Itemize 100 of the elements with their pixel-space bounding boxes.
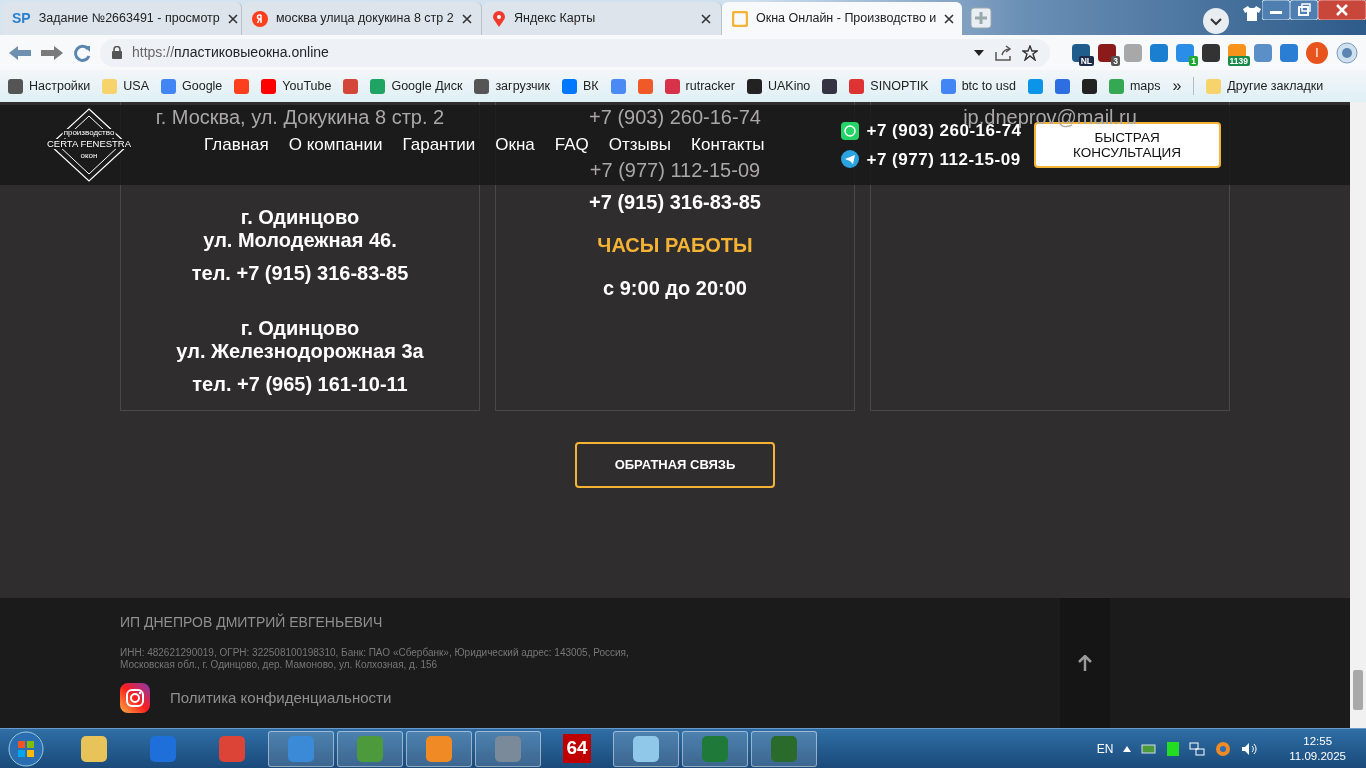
clock-time: 12:55 [1302, 733, 1334, 749]
forward-icon[interactable] [40, 43, 64, 62]
close-icon[interactable] [701, 13, 711, 24]
bookmark[interactable]: SINOPTIK [849, 76, 929, 96]
bookmark[interactable]: rutracker [664, 76, 735, 96]
app-tray-icon [1215, 740, 1232, 757]
contact-text: тел. +7 (915) 316-83-85 [191, 262, 409, 285]
contact-text: г. Одинцово [240, 206, 360, 229]
taskbar-app[interactable] [475, 730, 541, 767]
bookmark[interactable]: UAKino [746, 76, 811, 96]
map-pin-icon [492, 10, 506, 27]
window-icon [732, 10, 748, 27]
tab-title: москва улица докукина 8 стр 2 [276, 11, 454, 26]
shirt-icon [1242, 4, 1262, 22]
browser-tab[interactable]: Яндекс Карты [482, 2, 722, 35]
start-icon[interactable] [6, 729, 46, 768]
caret-icon[interactable] [974, 49, 984, 56]
legal-details: ИНН: 482621290019, ОГРН: 322508100198310, Банк: ПАО «Сбербанк», Юридический адрес: 143005, Россия, Московская обл., г. Одинцово, дер. Мамоново, ул. Колхозная, д. 156 [120, 647, 630, 671]
close-icon[interactable] [461, 13, 472, 24]
yandex-icon [252, 10, 268, 27]
star-icon[interactable] [1022, 44, 1038, 61]
caret-up-icon[interactable] [1123, 745, 1132, 752]
taskbar-app[interactable] [268, 730, 334, 767]
profile-avatar[interactable]: I [1306, 41, 1328, 64]
nav-link[interactable]: Окна [495, 132, 535, 158]
bookmark[interactable]: btc to usd [940, 76, 1016, 96]
chevron-down-icon[interactable] [1202, 7, 1230, 35]
bookmark-icon[interactable] [822, 78, 838, 94]
hours-heading: ЧАСЫ РАБОТЫ [597, 234, 753, 257]
feedback-button[interactable]: ОБРАТНАЯ СВЯЗЬ [575, 442, 775, 488]
new-tab-icon[interactable] [970, 7, 992, 29]
extension-icon[interactable] [1202, 43, 1220, 62]
tab-title: Задание №2663491 - просмотр [38, 11, 220, 26]
nav-link[interactable]: FAQ [554, 132, 589, 158]
contact-text: тел. +7 (965) 161-10-11 [192, 373, 408, 396]
network-icon [1189, 741, 1206, 756]
lock-icon [112, 46, 122, 59]
folder-icon [1206, 78, 1222, 94]
restore-icon[interactable] [1290, 0, 1318, 20]
more-bookmarks-button[interactable]: » [1172, 74, 1182, 98]
taskbar-app[interactable] [406, 730, 472, 767]
nav-link[interactable]: Отзывы [608, 132, 672, 158]
contact-text: ул. Железнодорожная 3а [176, 340, 424, 363]
url-text: https://пластиковыеокна.online [132, 43, 329, 62]
contact-text: +7 (915) 316-83-85 [589, 191, 761, 214]
close-icon[interactable] [944, 13, 955, 24]
contact-text: с 9:00 до 20:00 [603, 277, 747, 300]
privacy-link[interactable]: Политика конфиденциальности [170, 686, 392, 710]
taskbar-app[interactable] [751, 730, 817, 767]
nav-link[interactable]: Гарантии [402, 132, 476, 158]
app-icon: 64 [563, 734, 591, 763]
logo-text: CERTA FENESTRA [45, 139, 133, 150]
taskbar-app[interactable] [337, 730, 403, 767]
minimize-icon[interactable] [1262, 0, 1290, 20]
bookmark[interactable]: ВК [562, 76, 599, 96]
nav-link[interactable]: Главная [204, 132, 269, 158]
extension-badge: 1 [1189, 55, 1198, 66]
bookmark[interactable]: Google [161, 76, 223, 96]
browser-tab[interactable]: SP Задание №2663491 - просмотр [2, 2, 242, 35]
browser-tab[interactable]: москва улица докукина 8 стр 2 [242, 2, 482, 35]
company-name: ИП ДНЕПРОВ ДМИТРИЙ ЕВГЕНЬЕВИЧ [120, 612, 384, 632]
scrollbar-thumb[interactable] [1353, 670, 1363, 710]
nav-link[interactable]: Контакты [691, 132, 765, 158]
clock-date: 11.09.2025 [1289, 748, 1346, 764]
bookmark-icon[interactable] [1081, 78, 1097, 94]
globe-icon[interactable] [1336, 41, 1358, 64]
browser-tab[interactable]: Окна Онлайн - Производство и [722, 2, 962, 35]
camera-icon[interactable] [120, 683, 150, 713]
speaker-icon[interactable] [1241, 741, 1258, 756]
extension-badge: 3 [1111, 55, 1120, 66]
taskbar-app[interactable]: 64 [544, 730, 610, 767]
battery-icon [1141, 742, 1158, 755]
status-icon [1167, 741, 1180, 756]
language-indicator[interactable]: EN [1096, 739, 1114, 758]
chat-icon[interactable] [840, 121, 859, 140]
close-icon[interactable] [227, 13, 238, 24]
share-icon[interactable] [994, 44, 1012, 61]
extension-badge: NL [1078, 55, 1094, 66]
reload-icon[interactable] [72, 42, 92, 63]
bookmark[interactable]: maps [1108, 76, 1161, 96]
scrollbar[interactable] [1350, 102, 1366, 728]
favicon: SP [12, 9, 31, 28]
bookmark[interactable]: Настройки [8, 76, 91, 96]
logo-text: окон [79, 152, 99, 161]
contact-text: г. Москва, ул. Докукина 8 стр. 2 [155, 106, 445, 129]
logo-text: производство [62, 129, 116, 138]
contact-text: +7 (977) 112-15-09 [589, 159, 761, 182]
back-icon[interactable] [8, 43, 32, 62]
bookmark-folder[interactable]: Другие закладки [1193, 76, 1324, 96]
bookmark[interactable]: YouTube [261, 76, 332, 96]
nav-link[interactable]: О компании [288, 132, 383, 158]
bookmark[interactable]: загрузчик [474, 76, 550, 96]
paper-plane-icon[interactable] [840, 150, 859, 169]
bookmark[interactable]: Google Диск [370, 76, 463, 96]
taskbar-app[interactable] [682, 730, 748, 767]
tab-title: Окна Онлайн - Производство и [756, 11, 937, 26]
address-bar[interactable]: https://пластиковыеокна.online [100, 38, 1050, 67]
contact-text: г. Одинцово [240, 317, 360, 340]
taskbar-app[interactable] [613, 730, 679, 767]
bookmark[interactable]: USA [102, 76, 149, 96]
